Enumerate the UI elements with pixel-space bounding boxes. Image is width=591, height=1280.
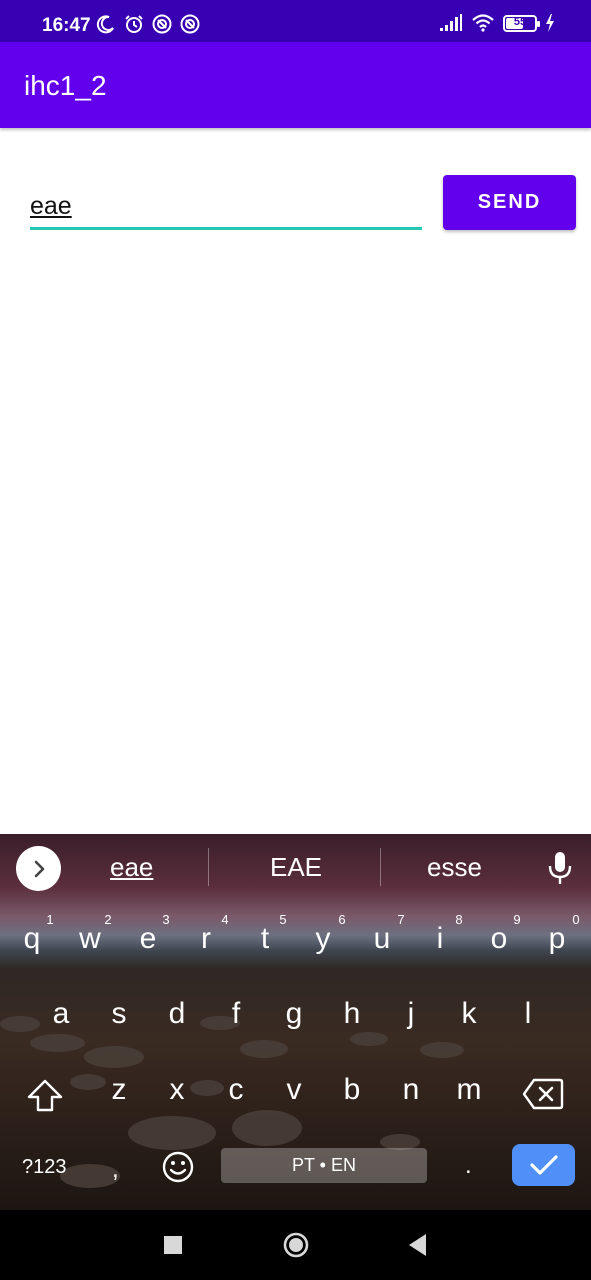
app-bar: ihc1_2 — [0, 42, 591, 128]
key-i[interactable]: i — [420, 922, 460, 956]
key-a[interactable]: a — [41, 997, 81, 1031]
navigation-bar — [0, 1210, 591, 1280]
message-input[interactable] — [30, 186, 422, 230]
battery-icon: 55 — [503, 14, 540, 32]
key-e[interactable]: e — [128, 922, 168, 956]
space-key[interactable]: PT • EN — [221, 1148, 427, 1183]
status-system-icons: 55 — [439, 14, 555, 32]
key-u[interactable]: u — [362, 922, 402, 956]
suggestion-3[interactable]: esse — [427, 852, 482, 883]
suggestion-divider — [380, 848, 381, 886]
wifi-icon — [472, 14, 494, 32]
key-x[interactable]: x — [157, 1073, 197, 1107]
key-j[interactable]: j — [391, 997, 431, 1031]
suggestion-2[interactable]: EAE — [270, 852, 322, 883]
key-k[interactable]: k — [449, 997, 489, 1031]
backspace-icon[interactable] — [522, 1077, 564, 1111]
key-v[interactable]: v — [274, 1073, 314, 1107]
home-icon[interactable] — [283, 1232, 309, 1258]
key-p[interactable]: p — [537, 922, 577, 956]
emoji-icon[interactable] — [161, 1150, 195, 1184]
key-b[interactable]: b — [332, 1073, 372, 1107]
key-o[interactable]: o — [479, 922, 519, 956]
key-d[interactable]: d — [157, 997, 197, 1031]
suggestion-bar: eae EAE esse — [0, 834, 591, 900]
app-title: ihc1_2 — [24, 70, 107, 101]
key-c[interactable]: c — [216, 1073, 256, 1107]
key-l[interactable]: l — [508, 997, 548, 1031]
keyboard: eae EAE esse 1 2 3 4 5 6 7 8 9 0 q w e r… — [0, 834, 591, 1210]
key-y[interactable]: y — [303, 922, 343, 956]
status-bar: 16:47 55 — [0, 0, 591, 42]
key-g[interactable]: g — [274, 997, 314, 1031]
moon-icon — [96, 15, 114, 34]
status-time: 16:47 — [42, 15, 91, 36]
period-key[interactable]: . — [465, 1152, 472, 1180]
checkmark-icon — [529, 1155, 558, 1175]
suggestion-1[interactable]: eae — [110, 852, 153, 883]
key-z[interactable]: z — [99, 1073, 139, 1107]
key-r[interactable]: r — [186, 922, 226, 956]
key-f[interactable]: f — [216, 997, 256, 1031]
back-icon[interactable] — [407, 1233, 427, 1257]
key-w[interactable]: w — [70, 922, 110, 956]
key-h[interactable]: h — [332, 997, 372, 1031]
symbols-key[interactable]: ?123 — [22, 1156, 67, 1179]
alarm-icon — [125, 15, 143, 33]
send-button[interactable]: SEND — [443, 175, 576, 230]
key-q[interactable]: q — [12, 922, 52, 956]
microphone-icon[interactable] — [547, 851, 573, 885]
key-n[interactable]: n — [391, 1073, 431, 1107]
charging-icon — [546, 14, 554, 32]
expand-toolbar-button[interactable] — [16, 846, 61, 891]
sync-icon — [152, 14, 172, 34]
recents-icon[interactable] — [164, 1236, 182, 1254]
key-m[interactable]: m — [449, 1073, 489, 1107]
comma-key[interactable]: , — [112, 1156, 119, 1184]
key-s[interactable]: s — [99, 997, 139, 1031]
status-notification-icons — [96, 14, 200, 34]
enter-key[interactable] — [512, 1144, 575, 1186]
signal-icon — [440, 14, 462, 31]
chevron-right-icon — [34, 860, 44, 877]
shift-icon[interactable] — [26, 1077, 64, 1115]
battery-level: 55 — [513, 15, 527, 28]
sync-icon — [180, 14, 200, 34]
key-t[interactable]: t — [245, 922, 285, 956]
suggestion-divider — [208, 848, 209, 886]
